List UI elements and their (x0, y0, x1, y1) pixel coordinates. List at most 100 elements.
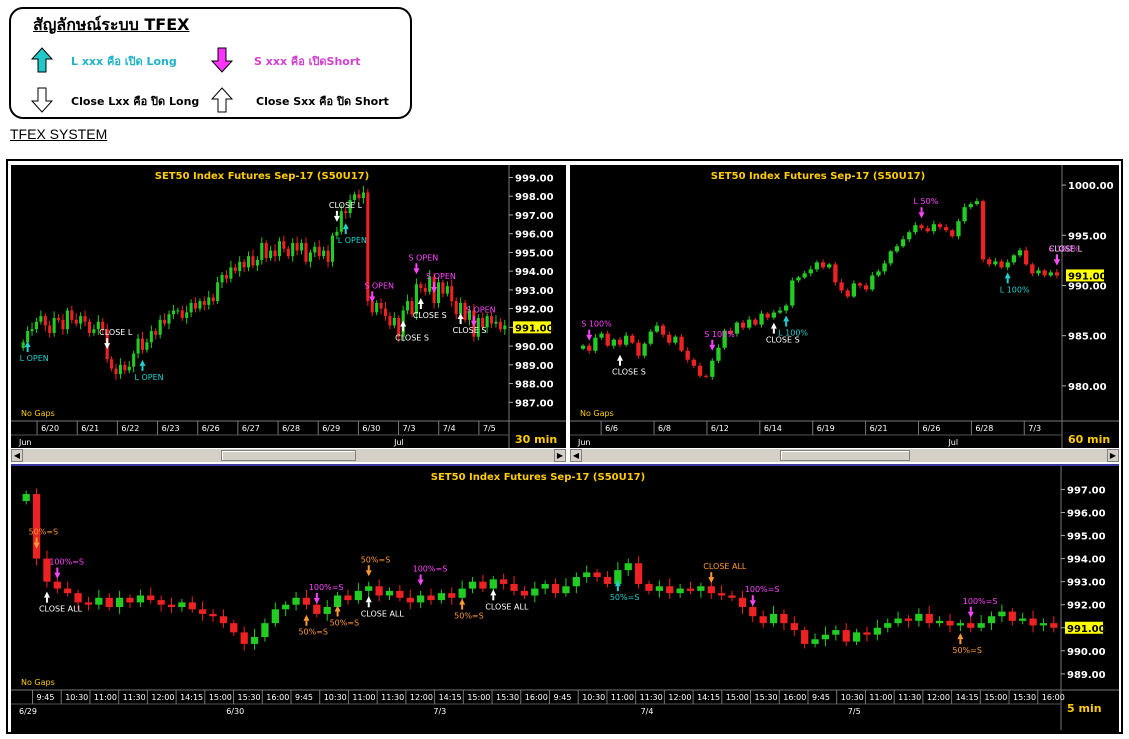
candle-body (419, 284, 423, 289)
candle-body (1039, 623, 1048, 626)
candle-body (771, 312, 776, 318)
scroll-thumb[interactable] (221, 450, 356, 461)
x-tick-label: 12:00 (410, 693, 433, 702)
candle-body (925, 228, 930, 232)
long-open-arrow-icon (31, 47, 53, 73)
candle-body (900, 239, 906, 247)
candle-body (392, 317, 396, 326)
candle-body (207, 297, 211, 305)
x-tick-label: 15:00 (209, 693, 232, 702)
scroll-right-button[interactable]: ▶ (554, 449, 566, 462)
candle-body (839, 282, 844, 291)
candle-body (448, 593, 456, 598)
candle-body (993, 261, 998, 265)
chart-30min[interactable]: SET50 Index Futures Sep-17 (S50U17) 999.0… (11, 165, 566, 448)
candle-body (593, 572, 601, 578)
candle-body (935, 620, 944, 624)
chart-panel-60min[interactable]: SET50 Index Futures Sep-17 (S50U17) 1000.… (570, 165, 1119, 448)
candle-body (291, 243, 295, 257)
signal-label: CLOSE L (99, 328, 133, 337)
candle-body (551, 583, 560, 594)
candle-body (697, 365, 703, 376)
x-tick-label: 6/23 (162, 424, 180, 433)
candle-body (617, 339, 623, 345)
x-tick-label: 11:30 (640, 693, 663, 702)
scrollbar-30min[interactable]: ◀ ▶ (11, 448, 566, 462)
candle-body (749, 607, 757, 617)
chart-5min[interactable]: SET50 Index Futures Sep-17 (S50U17) 997.0… (11, 466, 1119, 730)
signal-down-arrow-icon (104, 343, 111, 350)
candle-body (583, 572, 591, 578)
candle-body (353, 194, 357, 200)
chart-panel-5min[interactable]: SET50 Index Futures Sep-17 (S50U17) 997.0… (11, 464, 1119, 732)
candle-body (603, 577, 612, 584)
candle-body (888, 251, 893, 264)
scroll-left-button[interactable]: ◀ (570, 449, 582, 462)
signal-up-arrow-icon (303, 614, 310, 621)
x-tick-label: 6/26 (202, 424, 220, 433)
chart-60min[interactable]: SET50 Index Futures Sep-17 (S50U17) 1000.… (570, 165, 1119, 448)
candle-body (260, 243, 264, 260)
candle-body (531, 588, 539, 596)
candle-body (308, 252, 312, 262)
candle-body (1011, 255, 1016, 263)
signal-down-arrow-icon (369, 296, 376, 303)
candle-body (882, 263, 887, 272)
candle-body (765, 313, 770, 318)
candle-body (406, 301, 410, 311)
candle-body (171, 310, 175, 315)
signal-up-arrow-icon (365, 596, 372, 603)
candle-body (780, 613, 788, 624)
candle-body (777, 310, 783, 313)
candle-body (999, 261, 1004, 268)
candle-body (193, 302, 198, 309)
scroll-thumb[interactable] (780, 450, 910, 461)
signal-label: S 100% (1049, 244, 1080, 253)
candle-body (636, 342, 641, 356)
last-price-label: 991.00 (515, 323, 554, 334)
candle-body (240, 632, 248, 644)
no-gaps-label: No Gaps (580, 409, 614, 418)
candle-body (520, 590, 529, 596)
signal-label: 100%=S (745, 585, 780, 594)
candle-body (118, 364, 122, 375)
candle-body (313, 246, 317, 253)
no-gaps-label: No Gaps (21, 409, 55, 418)
signal-label: CLOSE S (395, 333, 429, 342)
legend-close-long: Close Lxx คือ ปิด Long (71, 95, 200, 108)
candle-body (1042, 270, 1047, 276)
candle-body (1005, 262, 1010, 268)
signal-up-arrow-icon (43, 591, 50, 598)
chart-panel-30min[interactable]: SET50 Index Futures Sep-17 (S50U17) 999.0… (11, 165, 566, 448)
scrollbar-60min[interactable]: ◀ ▶ (570, 448, 1119, 462)
y-tick-label: 997.00 (1067, 485, 1106, 496)
candle-body (876, 271, 881, 276)
signal-up-arrow-icon (139, 359, 146, 366)
candle-body (987, 259, 992, 265)
candle-body (21, 342, 25, 348)
candle-body (500, 579, 508, 584)
candle-body (1036, 270, 1041, 274)
candle-body (427, 595, 435, 601)
candle-body (790, 280, 795, 306)
signal-label: L OPEN (338, 236, 367, 245)
candle-body (261, 623, 269, 637)
x-tick-label: 9:45 (553, 693, 571, 702)
x-tick-label: 11:30 (381, 693, 404, 702)
candle-body (250, 636, 259, 644)
candle-body (503, 325, 507, 330)
signal-label: 50%=S (454, 612, 484, 621)
candle-body (937, 224, 943, 228)
candle-body (611, 339, 616, 346)
x-tick-label: 9:45 (812, 693, 830, 702)
x-tick-label: 6/28 (975, 424, 993, 433)
signal-label: CLOSE ALL (361, 609, 405, 618)
scroll-left-button[interactable]: ◀ (11, 449, 23, 462)
candle-body (645, 583, 653, 591)
candle-body (541, 583, 549, 589)
candle-body (967, 623, 975, 628)
x-tick-label: 16:00 (783, 693, 806, 702)
scroll-right-button[interactable]: ▶ (1107, 449, 1119, 462)
candle-body (126, 597, 134, 603)
signal-up-arrow-icon (457, 312, 464, 319)
